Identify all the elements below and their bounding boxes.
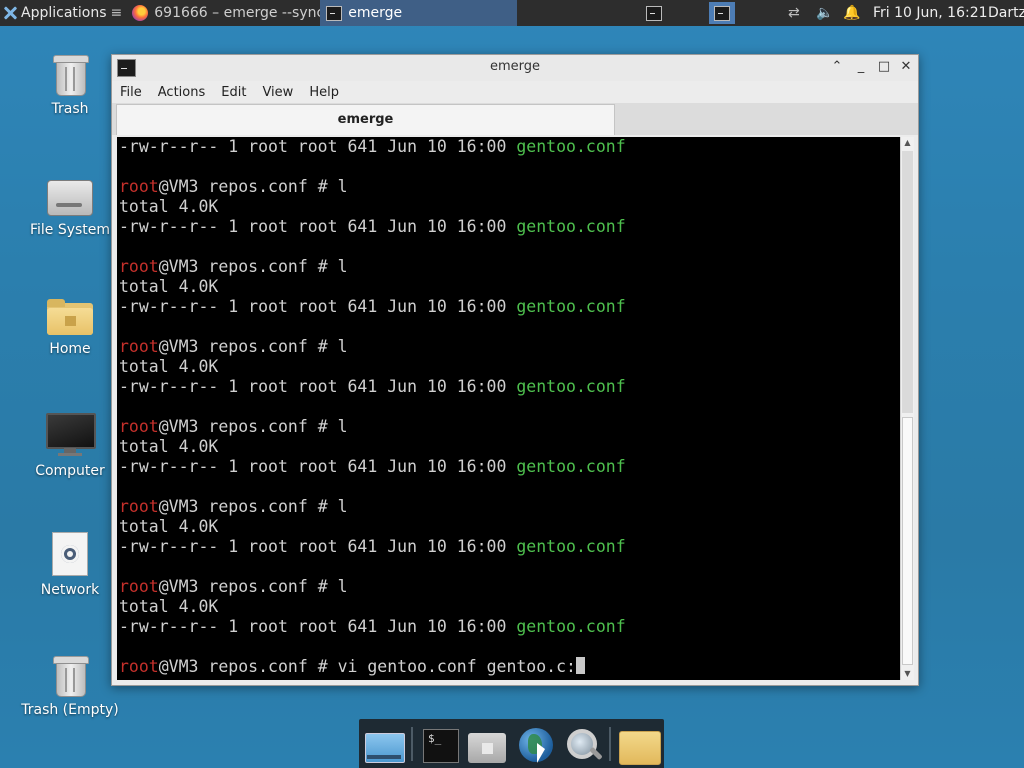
desktop-icon-label: Trash (Empty): [21, 702, 119, 718]
user-menu[interactable]: Dartz: [988, 0, 1024, 26]
network-gear-icon: [52, 532, 88, 576]
terminal-prompt-line: root@VM3 repos.conf # l: [119, 257, 348, 276]
terminal-line: -rw-r--r-- 1 root root 641 Jun 10 16:00 …: [119, 617, 626, 636]
desktop-icon-label: Network: [40, 582, 100, 598]
taskbar-item-label: emerge: [348, 5, 403, 21]
terminal-line: total 4.0K: [119, 197, 219, 216]
terminal-line: total 4.0K: [119, 357, 219, 376]
panel-clock[interactable]: Fri 10 Jun, 16:21: [873, 0, 988, 26]
menu-glyph-icon: ≡: [110, 5, 123, 21]
desktop-icon-file-system[interactable]: File System: [15, 180, 125, 238]
terminal-cursor: [575, 657, 585, 674]
taskbar-item-emerge[interactable]: emerge: [320, 0, 518, 26]
terminal-line: total 4.0K: [119, 437, 219, 456]
hard-drive-icon: [47, 180, 93, 216]
dock-separator: [411, 727, 413, 761]
tab-emerge[interactable]: emerge: [116, 104, 615, 135]
desktop-icon-label: Trash: [51, 101, 89, 117]
terminal-line: -rw-r--r-- 1 root root 641 Jun 10 16:00 …: [119, 217, 626, 236]
terminal-icon: [714, 5, 730, 21]
menu-bar: File Actions Edit View Help: [112, 81, 918, 103]
trash-icon: [53, 656, 89, 697]
desktop-icon-computer[interactable]: Computer: [15, 413, 125, 479]
maximize-window-icon[interactable]: □: [876, 59, 892, 75]
dock-separator: [609, 727, 611, 761]
terminal-scrollbar[interactable]: ▲ ▼: [900, 137, 914, 680]
terminal-icon: [646, 5, 662, 21]
menu-actions[interactable]: Actions: [150, 85, 214, 100]
terminal-prompt-line: root@VM3 repos.conf # l: [119, 417, 348, 436]
menu-view[interactable]: View: [254, 85, 301, 100]
terminal-prompt-line: root@VM3 repos.conf # l: [119, 177, 348, 196]
scrollbar-thumb[interactable]: [902, 417, 913, 665]
terminal-line: -rw-r--r-- 1 root root 641 Jun 10 16:00 …: [119, 537, 626, 556]
notifications-bell-icon[interactable]: 🔔: [843, 0, 860, 26]
terminal-line: total 4.0K: [119, 597, 219, 616]
menu-file[interactable]: File: [112, 85, 150, 100]
terminal-line: -rw-r--r-- 1 root root 641 Jun 10 16:00 …: [119, 297, 626, 316]
trash-icon: [53, 55, 89, 96]
desktop-icon-label: Computer: [35, 463, 105, 479]
window-title: emerge: [489, 59, 541, 74]
desktop-icon-trash-empty[interactable]: Trash (Empty): [15, 656, 125, 718]
shade-window-icon[interactable]: ⌃: [829, 59, 845, 75]
terminal-line: -rw-r--r-- 1 root root 641 Jun 10 16:00 …: [119, 457, 626, 476]
close-window-icon[interactable]: ✕: [898, 59, 914, 75]
file-manager-home-icon[interactable]: [465, 725, 507, 765]
applications-menu-button[interactable]: Applications ≡: [0, 0, 126, 26]
bottom-dock: [359, 719, 664, 768]
terminal-window: emerge ⌃ _ □ ✕ File Actions Edit View He…: [111, 54, 919, 686]
desktop-icon-trash[interactable]: Trash: [15, 55, 125, 117]
terminal-line: total 4.0K: [119, 277, 219, 296]
terminal-line: total 4.0K: [119, 517, 219, 536]
applications-label: Applications: [21, 5, 107, 21]
workspace-1-button[interactable]: [641, 2, 667, 24]
terminal-output[interactable]: -rw-r--r-- 1 root root 641 Jun 10 16:00 …: [117, 137, 900, 680]
minimize-window-icon[interactable]: _: [853, 59, 869, 75]
workspace-2-button[interactable]: [709, 2, 735, 24]
web-browser-icon[interactable]: [513, 725, 555, 765]
top-panel: Applications ≡ 691666 – emerge --sync...…: [0, 0, 1024, 26]
volume-muted-icon[interactable]: 🔈: [816, 0, 833, 26]
mouse-pointer-icon: [537, 743, 545, 763]
terminal-prompt-line: root@VM3 repos.conf # l: [119, 337, 348, 356]
home-folder-icon: [47, 299, 93, 335]
menu-help[interactable]: Help: [301, 85, 347, 100]
desktop-icon-label: Home: [49, 341, 91, 357]
taskbar-item-label: 691666 – emerge --sync...: [154, 5, 321, 21]
tab-bar: emerge: [112, 103, 918, 135]
terminal-prompt-line: root@VM3 repos.conf # l: [119, 497, 348, 516]
terminal-current-command-line: root@VM3 repos.conf # vi gentoo.conf gen…: [117, 657, 900, 677]
scrollbar-track[interactable]: [902, 151, 913, 413]
terminal-icon: [326, 5, 343, 21]
app-finder-search-icon[interactable]: [563, 725, 605, 765]
scroll-up-arrow-icon[interactable]: ▲: [901, 137, 914, 149]
desktop-icon-home[interactable]: Home: [15, 299, 125, 357]
terminal-prompt-line: root@VM3 repos.conf # l: [119, 577, 348, 596]
computer-monitor-icon: [46, 413, 96, 457]
terminal-line: -rw-r--r-- 1 root root 641 Jun 10 16:00 …: [119, 137, 626, 156]
terminal-launcher-icon[interactable]: [421, 725, 463, 765]
desktop-icon-label: File System: [29, 222, 111, 238]
window-titlebar[interactable]: emerge ⌃ _ □ ✕: [112, 55, 918, 81]
xfce-logo-icon: [2, 5, 18, 21]
taskbar-item-emerge-sync[interactable]: 691666 – emerge --sync...: [126, 0, 320, 26]
scroll-down-arrow-icon[interactable]: ▼: [901, 668, 914, 680]
terminal-line: -rw-r--r-- 1 root root 641 Jun 10 16:00 …: [119, 377, 626, 396]
network-status-icon[interactable]: ⇄: [788, 0, 800, 26]
firefox-icon: [132, 5, 149, 21]
show-desktop-icon[interactable]: [363, 725, 405, 765]
menu-edit[interactable]: Edit: [213, 85, 254, 100]
desktop-icon-network[interactable]: Network: [15, 532, 125, 598]
folder-launcher-icon[interactable]: [617, 725, 661, 765]
